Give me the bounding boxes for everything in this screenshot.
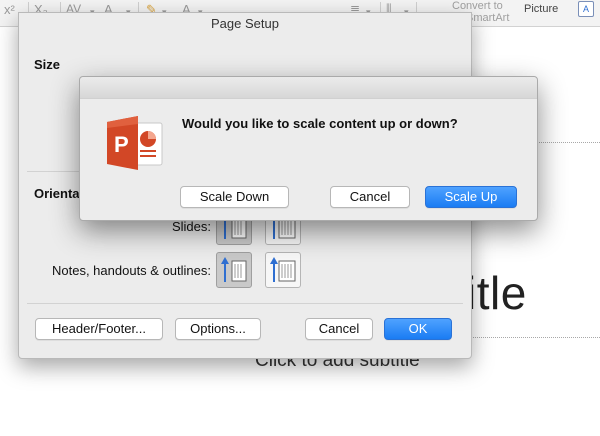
notes-portrait-button[interactable] (216, 252, 252, 288)
svg-text:P: P (114, 132, 129, 157)
notes-orientation-label: Notes, handouts & outlines: (52, 263, 211, 278)
header-footer-button[interactable]: Header/Footer... (35, 318, 163, 340)
convert-smartart-label-line1[interactable]: Convert to (452, 1, 503, 12)
notes-landscape-button[interactable] (265, 252, 301, 288)
superscript-button[interactable]: x² (4, 2, 15, 17)
picture-button[interactable]: Picture (524, 3, 558, 15)
portrait-orientation-icon (221, 257, 247, 282)
alert-cancel-button[interactable]: Cancel (330, 186, 410, 208)
scale-up-button[interactable]: Scale Up (425, 186, 517, 208)
scale-content-alert: P Would you like to scale content up or … (79, 76, 538, 221)
cancel-button[interactable]: Cancel (305, 318, 373, 340)
alert-message: Would you like to scale content up or do… (182, 116, 458, 131)
size-section-label: Size (34, 57, 61, 72)
text-box-icon[interactable]: A (578, 1, 594, 17)
options-button[interactable]: Options... (175, 318, 261, 340)
slide-title-placeholder[interactable]: itle (466, 266, 527, 320)
convert-smartart-label-line2[interactable]: SmartArt (466, 13, 509, 24)
alert-titlebar (80, 77, 537, 99)
slides-orientation-label: Slides: (171, 219, 211, 234)
dialog-title: Page Setup (211, 16, 279, 31)
title-placeholder-border (468, 337, 600, 338)
landscape-orientation-icon (270, 257, 296, 282)
ok-button[interactable]: OK (384, 318, 452, 340)
section-divider (27, 303, 463, 304)
scale-down-button[interactable]: Scale Down (180, 186, 289, 208)
powerpoint-app-icon: P (106, 114, 164, 172)
